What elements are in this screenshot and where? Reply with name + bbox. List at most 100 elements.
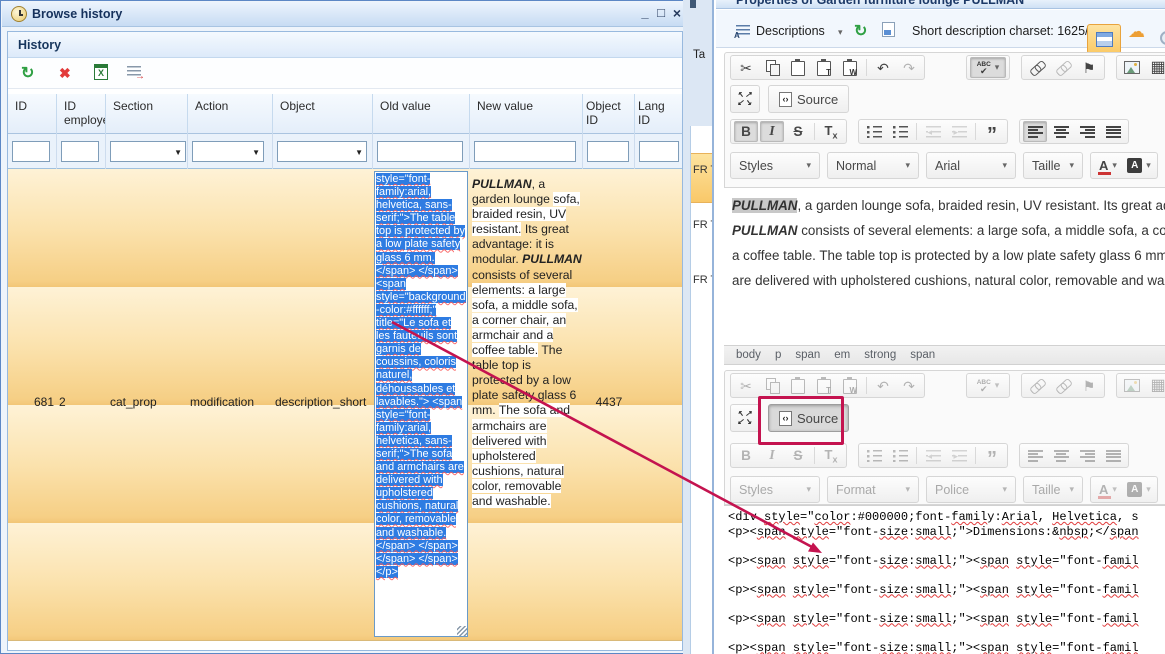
numbered-list-icon[interactable] bbox=[862, 121, 886, 142]
window-titlebar[interactable]: Browse history _ □ × bbox=[2, 2, 685, 27]
source-code-line bbox=[728, 568, 1139, 583]
column-header-new-value[interactable]: New value bbox=[470, 94, 583, 134]
panel-title: History bbox=[18, 38, 61, 52]
column-header-section[interactable]: Section bbox=[106, 94, 188, 134]
object-filter-select[interactable]: ▼ bbox=[277, 141, 367, 162]
id-filter-input[interactable] bbox=[12, 141, 50, 162]
maximize-icon[interactable]: □ bbox=[654, 5, 668, 20]
blockquote-icon[interactable]: ” bbox=[980, 121, 1004, 142]
align-right-icon[interactable] bbox=[1075, 121, 1099, 142]
anchor-flag-icon[interactable]: ⚑ bbox=[1077, 57, 1101, 78]
italic-button[interactable]: I bbox=[760, 121, 784, 142]
spellcheck-button[interactable]: ABC✔ ▾ bbox=[970, 57, 1006, 78]
section-filter-select[interactable]: ▼ bbox=[110, 141, 186, 162]
export-icon[interactable]: → bbox=[127, 66, 141, 78]
history-panel: History ↻ ✖ X → ID ID employe Section Ac… bbox=[7, 31, 683, 651]
link-icon[interactable] bbox=[1025, 57, 1049, 78]
element-path-item[interactable]: strong bbox=[864, 349, 896, 361]
select-arrow-icon: ▼ bbox=[355, 148, 363, 157]
text-color-button: A▾ bbox=[1094, 479, 1122, 500]
refresh-icon[interactable]: ↻ bbox=[21, 63, 34, 83]
anchor-flag-icon: ⚑ bbox=[1077, 375, 1101, 396]
object-id-filter-input[interactable] bbox=[587, 141, 629, 162]
text-segment: consists of several elements: a large so… bbox=[732, 223, 1165, 288]
history-panel-header: History bbox=[8, 32, 682, 58]
remove-format-button[interactable]: Tx bbox=[819, 121, 843, 142]
element-path-item[interactable]: span bbox=[795, 349, 820, 361]
element-path-item[interactable]: em bbox=[834, 349, 850, 361]
element-path-item[interactable]: body bbox=[736, 349, 761, 361]
link-group: ⚑ bbox=[1021, 55, 1105, 80]
align-center-icon[interactable] bbox=[1049, 121, 1073, 142]
clipped-circle-icon bbox=[1160, 31, 1165, 45]
new-value-filter-input[interactable] bbox=[474, 141, 576, 162]
styles-dropdown[interactable]: Styles▾ bbox=[730, 152, 820, 179]
element-path-item[interactable]: span bbox=[910, 349, 935, 361]
cloud-icon[interactable]: ☁ bbox=[1128, 22, 1145, 42]
column-header-object-id[interactable]: Object ID bbox=[583, 94, 635, 134]
minimize-icon[interactable]: _ bbox=[638, 5, 652, 20]
font-dropdown[interactable]: Arial▾ bbox=[926, 152, 1016, 179]
size-dropdown[interactable]: Taille▾ bbox=[1023, 152, 1083, 179]
align-left-icon bbox=[1023, 445, 1047, 466]
blockquote-icon: ” bbox=[980, 445, 1004, 466]
properties-titlebar[interactable]: Properties of Garden furniture lounge PU… bbox=[716, 0, 1165, 9]
source-code-line: <p><span style="font-size:small;"><span … bbox=[728, 612, 1139, 627]
indent-icon: ▸ bbox=[947, 121, 971, 142]
column-header-action[interactable]: Action bbox=[188, 94, 273, 134]
format-dropdown: Format▾ bbox=[827, 476, 919, 503]
cut-icon[interactable]: ✂ bbox=[734, 57, 758, 78]
bulleted-list-icon[interactable] bbox=[888, 121, 912, 142]
numbered-list-icon bbox=[862, 445, 886, 466]
bg-color-button[interactable]: A▾ bbox=[1124, 155, 1154, 176]
column-header-id-employe[interactable]: ID employe bbox=[57, 94, 106, 134]
maximize-editor-icon[interactable]: ↖↗↙↘ bbox=[730, 404, 760, 432]
cell-id: 681 bbox=[8, 395, 54, 409]
copy-icon[interactable] bbox=[760, 57, 784, 78]
table-row[interactable]: 681 2 cat_prop modification description_… bbox=[8, 169, 682, 641]
element-path-item[interactable]: p bbox=[775, 349, 781, 361]
source-button[interactable]: ‹› Source bbox=[768, 85, 849, 113]
column-header-lang-id[interactable]: Lang ID bbox=[635, 94, 682, 134]
column-header-object[interactable]: Object bbox=[273, 94, 373, 134]
action-filter-select[interactable]: ▼ bbox=[192, 141, 264, 162]
old-value-filter-input[interactable] bbox=[377, 141, 463, 162]
undo-icon[interactable]: ↶ bbox=[871, 57, 895, 78]
column-header-old-value[interactable]: Old value bbox=[373, 94, 470, 134]
paste-icon[interactable] bbox=[786, 57, 810, 78]
toggle-panel-button[interactable] bbox=[1087, 24, 1121, 54]
descriptions-dropdown-icon[interactable]: ▾ bbox=[838, 27, 843, 38]
cell-object: description_short bbox=[275, 395, 366, 409]
italic-button: I bbox=[760, 445, 784, 466]
editor1-content[interactable]: PULLMAN, a garden lounge sofa, braided r… bbox=[732, 193, 1165, 293]
column-header-id[interactable]: ID bbox=[8, 94, 57, 134]
close-icon[interactable]: × bbox=[670, 5, 684, 21]
table-icon[interactable]: ▦ bbox=[1146, 57, 1165, 78]
copy-page-icon[interactable] bbox=[882, 22, 895, 37]
align-justify-icon[interactable] bbox=[1101, 121, 1125, 142]
refresh-descriptions-icon[interactable]: ↻ bbox=[854, 21, 867, 41]
text-color-button[interactable]: A▾ bbox=[1094, 155, 1122, 176]
id-employe-filter-input[interactable] bbox=[61, 141, 99, 162]
image-icon[interactable] bbox=[1120, 57, 1144, 78]
align-left-icon[interactable] bbox=[1023, 121, 1047, 142]
maximize-editor-icon[interactable]: ↖↗↙↘ bbox=[730, 85, 760, 113]
link-group: ⚑ bbox=[1021, 373, 1105, 398]
source-code-line: <p><span style="font-size:small;"><span … bbox=[728, 641, 1139, 654]
old-value-textarea[interactable]: style="font-family:arial, helvetica, san… bbox=[374, 171, 468, 637]
redo-icon: ↷ bbox=[897, 375, 921, 396]
descriptions-label[interactable]: Descriptions bbox=[756, 24, 825, 38]
delete-icon[interactable]: ✖ bbox=[59, 65, 71, 82]
window-title: Browse history bbox=[32, 7, 122, 21]
strikethrough-button[interactable]: S bbox=[786, 121, 810, 142]
editor2-toolbar-row3: B I S Tx ◂ ▸ ” bbox=[730, 443, 1129, 468]
bold-button[interactable]: B bbox=[734, 121, 758, 142]
format-dropdown[interactable]: Normal▾ bbox=[827, 152, 919, 179]
paste-word-icon[interactable]: W bbox=[838, 57, 862, 78]
lang-id-filter-input[interactable] bbox=[639, 141, 679, 162]
editor1-toolbar-row3: B I S Tx ◂ ▸ ” bbox=[730, 119, 1129, 144]
source-code-area[interactable]: <div style="color:#000000;font-family:Ar… bbox=[724, 505, 1165, 654]
excel-export-icon[interactable]: X bbox=[94, 64, 108, 80]
paste-text-icon[interactable]: T bbox=[812, 57, 836, 78]
color-group: A▾ A▾ bbox=[1090, 476, 1158, 503]
